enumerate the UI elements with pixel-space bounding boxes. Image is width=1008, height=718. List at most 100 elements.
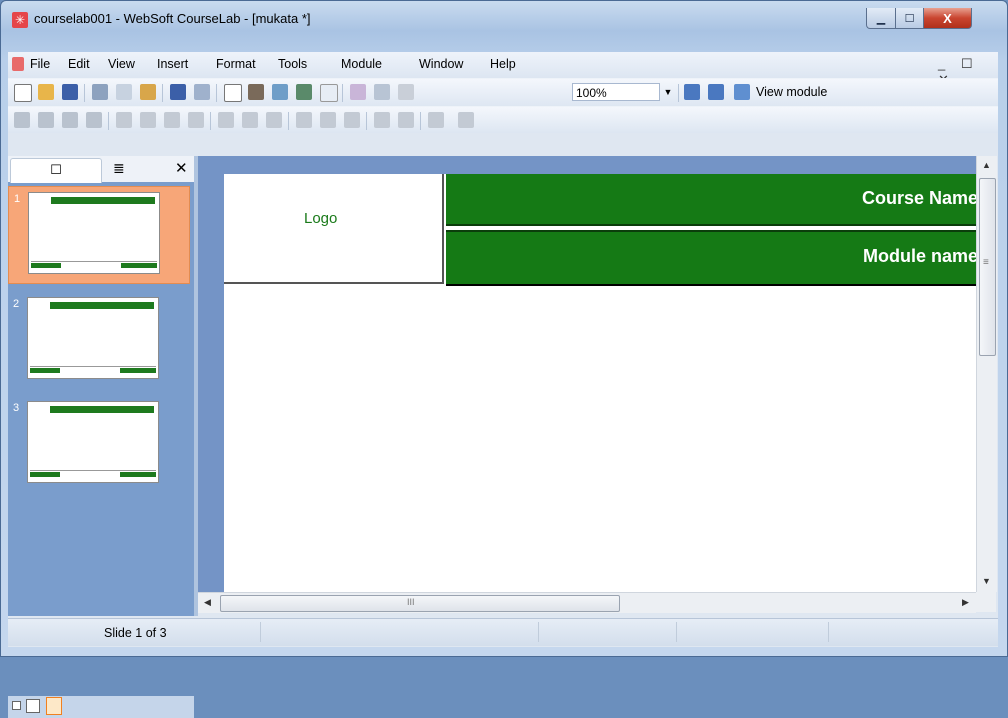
same-height-icon[interactable] [188, 112, 204, 128]
menu-bar: File Edit View Insert Format Tools Modul… [8, 52, 998, 87]
grip-icon: III [407, 597, 415, 607]
paste-icon[interactable] [140, 84, 156, 100]
fill-color-icon[interactable] [428, 112, 444, 128]
align-bottom-icon[interactable] [140, 112, 156, 128]
align-left-icon[interactable] [218, 112, 234, 128]
properties-icon[interactable] [374, 84, 390, 100]
logo-text: Logo [304, 210, 338, 227]
menu-insert[interactable]: Insert [157, 57, 188, 71]
panel-view-buttons [8, 696, 194, 718]
save-icon[interactable] [62, 84, 78, 100]
horizontal-scroll-thumb[interactable]: III [220, 595, 620, 612]
menu-tools[interactable]: Tools [278, 57, 307, 71]
eraser-icon[interactable] [350, 84, 366, 100]
align-top-edge-icon[interactable] [296, 112, 312, 128]
distribute-horizontal-icon[interactable] [374, 112, 390, 128]
align-middle-icon[interactable] [320, 112, 336, 128]
menu-module[interactable]: Module [341, 57, 382, 71]
tab-slides[interactable]: ☐ [10, 158, 102, 183]
open-icon[interactable] [38, 84, 54, 100]
menu-help[interactable]: Help [490, 57, 516, 71]
view-module-icon[interactable] [734, 84, 750, 100]
separator [210, 112, 211, 130]
separator [162, 84, 163, 102]
image-icon[interactable] [248, 84, 264, 100]
slide-counter: Slide 1 of 3 [104, 626, 167, 640]
close-button[interactable]: X [923, 8, 972, 29]
menu-edit[interactable]: Edit [68, 57, 90, 71]
course-name-bar[interactable]: Course Name [446, 174, 976, 226]
align-top-icon[interactable] [116, 112, 132, 128]
copy-icon[interactable] [116, 84, 132, 100]
chevron-down-icon[interactable]: ▼ [662, 83, 674, 101]
format-painter-icon[interactable] [398, 84, 414, 100]
layout-toolbar [8, 106, 998, 133]
zoom-select[interactable]: 100% [572, 83, 660, 101]
line-color-icon[interactable] [458, 112, 474, 128]
menu-view[interactable]: View [108, 57, 135, 71]
slide-thumbnail-2[interactable]: 2 [13, 292, 190, 388]
normal-view-icon[interactable] [12, 701, 21, 710]
module-name-bar[interactable]: Module name [446, 230, 976, 286]
vertical-scrollbar[interactable]: ▲ ≡ ▼ [976, 156, 997, 592]
menu-format[interactable]: Format [216, 57, 256, 71]
slides-view-icon[interactable] [46, 697, 62, 715]
separator [420, 112, 421, 130]
bring-forward-icon[interactable] [62, 112, 78, 128]
standard-toolbar: 100% ▼ View module [8, 78, 998, 107]
scroll-left-arrow[interactable]: ◀ [204, 597, 211, 608]
title-bar: ✳ courselab001 - WebSoft CourseLab - [mu… [8, 8, 998, 32]
new-icon[interactable] [14, 84, 32, 102]
status-divider [676, 622, 677, 642]
slide-preview [27, 401, 159, 483]
scroll-down-arrow[interactable]: ▼ [982, 576, 991, 586]
view-module-button[interactable]: View module [756, 85, 827, 99]
scroll-right-arrow[interactable]: ▶ [962, 597, 969, 608]
window-title: courselab001 - WebSoft CourseLab - [muka… [34, 11, 311, 26]
align-center-icon[interactable] [242, 112, 258, 128]
panel-tabs: ☐ ≣ ✕ [8, 156, 194, 183]
object-icon[interactable] [296, 84, 312, 100]
scroll-corner [976, 592, 996, 612]
separator [108, 112, 109, 130]
separator [288, 112, 289, 130]
slide-number: 2 [13, 298, 20, 310]
document-icon[interactable] [12, 57, 24, 71]
slide-thumbnail-1[interactable]: 1 [8, 186, 190, 284]
picture-icon[interactable] [272, 84, 288, 100]
menu-file[interactable]: File [30, 57, 50, 71]
pointer-icon[interactable] [320, 84, 338, 102]
distribute-vertical-icon[interactable] [398, 112, 414, 128]
status-bar: Slide 1 of 3 [8, 618, 998, 646]
text-icon[interactable] [224, 84, 242, 102]
same-width-icon[interactable] [164, 112, 180, 128]
import-icon[interactable] [684, 84, 700, 100]
module-name: Module name [862, 246, 976, 266]
undo-icon[interactable] [170, 84, 186, 100]
slide[interactable]: Logo Course Name Module name [224, 174, 976, 592]
align-bottom-edge-icon[interactable] [344, 112, 360, 128]
cut-icon[interactable] [92, 84, 108, 100]
slide-number: 3 [13, 402, 20, 414]
bring-front-icon[interactable] [14, 112, 30, 128]
close-icon[interactable]: ✕ [175, 159, 188, 177]
horizontal-scrollbar[interactable]: ◀ III ▶ [198, 592, 976, 613]
logo-placeholder[interactable]: Logo [224, 174, 444, 284]
export-icon[interactable] [708, 84, 724, 100]
vertical-scroll-thumb[interactable]: ≡ [979, 178, 996, 356]
align-right-icon[interactable] [266, 112, 282, 128]
slide-thumbnail-3[interactable]: 3 [13, 396, 190, 492]
scroll-up-arrow[interactable]: ▲ [982, 160, 991, 170]
send-back-icon[interactable] [38, 112, 54, 128]
minimize-button[interactable]: ▁ [866, 8, 896, 29]
separator [216, 84, 217, 102]
send-backward-icon[interactable] [86, 112, 102, 128]
course-name: Course Name [861, 188, 976, 208]
maximize-button[interactable]: ☐ [895, 8, 924, 29]
menu-window[interactable]: Window [419, 57, 463, 71]
redo-icon[interactable] [194, 84, 210, 100]
tab-outline[interactable]: ≣ [113, 160, 125, 177]
status-divider [538, 622, 539, 642]
app-icon[interactable]: ✳ [12, 12, 28, 28]
sorter-view-icon[interactable] [26, 699, 40, 713]
